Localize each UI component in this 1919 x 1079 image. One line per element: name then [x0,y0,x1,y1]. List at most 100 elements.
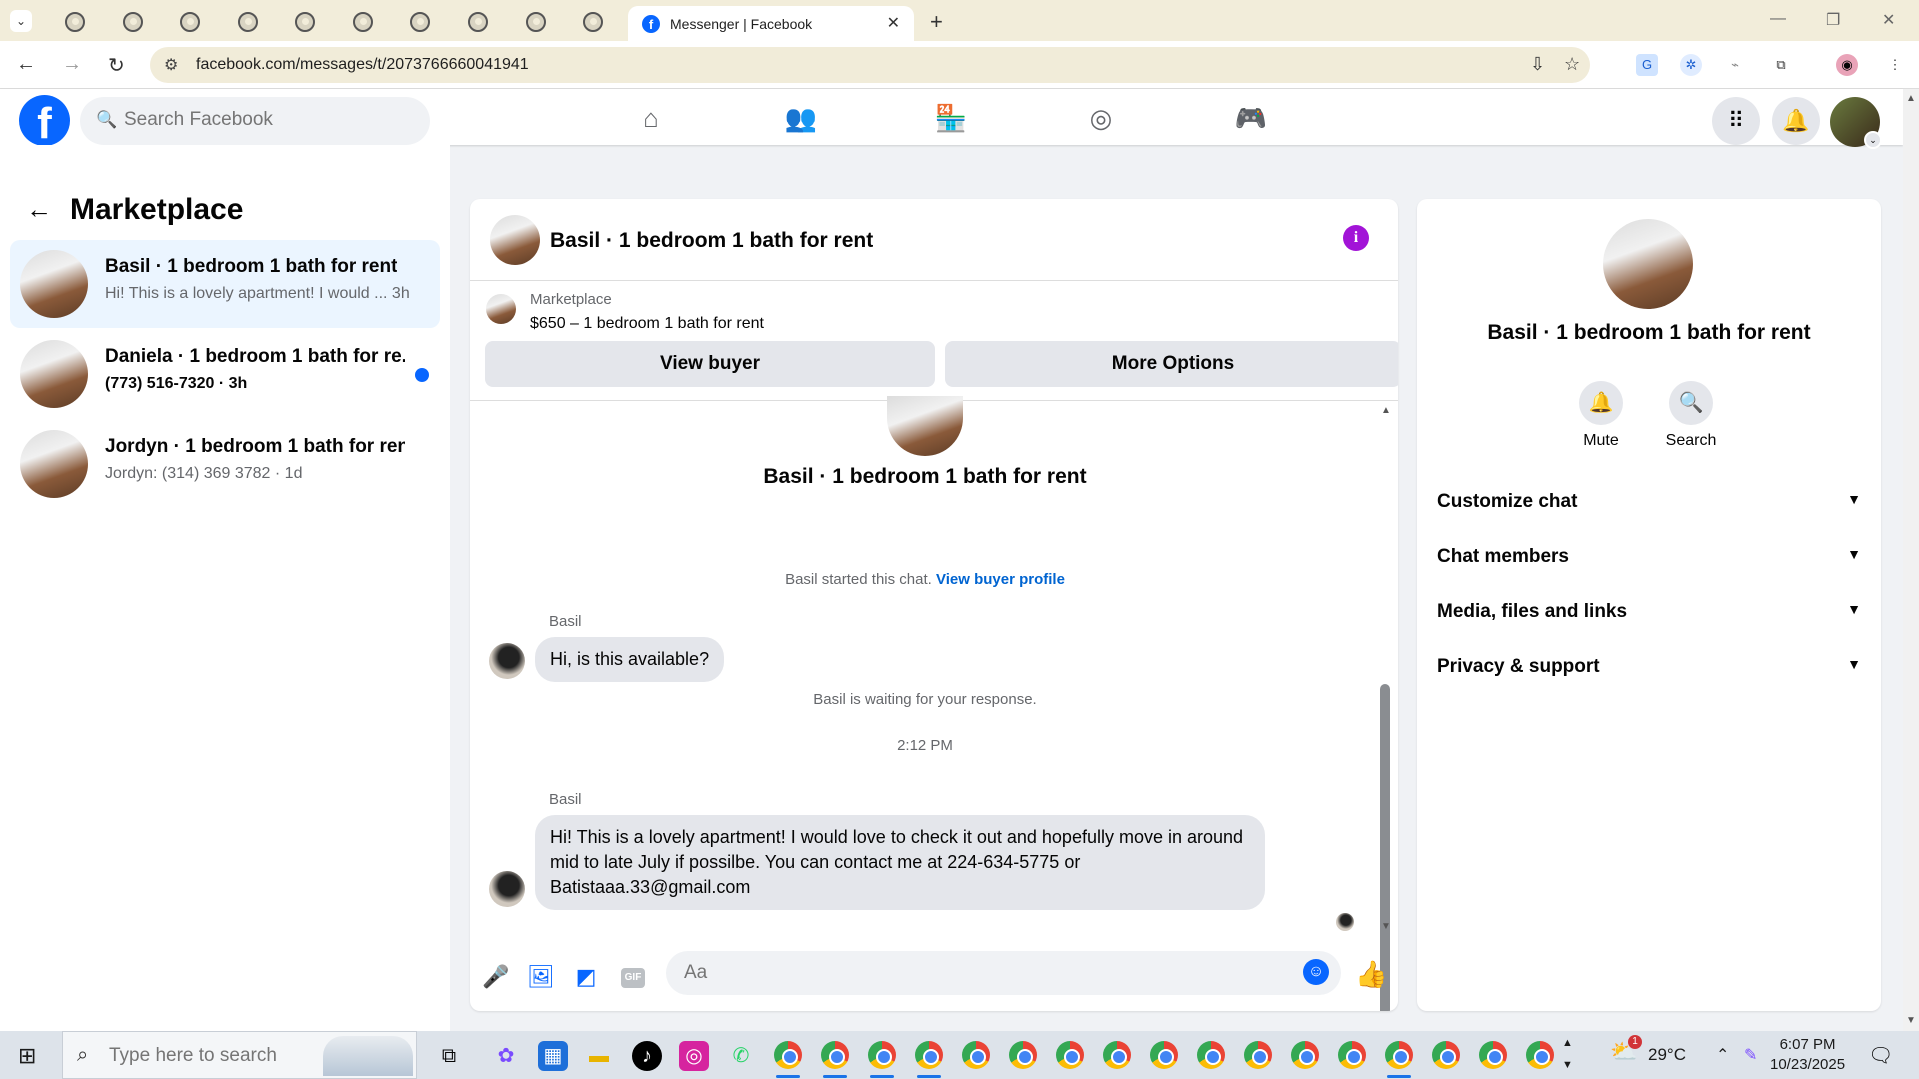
copilot-icon[interactable]: ✿ [491,1041,521,1071]
chrome-icon[interactable] [1197,1041,1225,1069]
account-avatar[interactable]: ⌄ [1830,97,1882,149]
facebook-search[interactable]: 🔍 [80,97,430,145]
conversation-item[interactable]: Daniela · 1 bedroom 1 bath for re... (77… [10,330,440,418]
listing-avatar-large[interactable] [1603,219,1693,309]
privacy-support-section[interactable]: Privacy & support ▼ [1437,644,1861,694]
tab-favicon-icon[interactable] [123,12,143,32]
omnibox[interactable]: ⚙ facebook.com/messages/t/20737666600419… [150,47,1590,83]
view-buyer-profile-link[interactable]: View buyer profile [936,571,1065,588]
mute-bell-icon[interactable]: 🔔 [1579,381,1623,425]
chat-avatar[interactable] [490,215,540,265]
search-icon[interactable]: 🔍 [1669,381,1713,425]
message-bubble[interactable]: Hi! This is a lovely apartment! I would … [535,815,1265,910]
sticker-icon[interactable]: ◩ [572,964,600,990]
tab-favicon-icon[interactable] [353,12,373,32]
notification-center-icon[interactable]: 🗨 [1868,1043,1893,1068]
scroll-down-icon[interactable]: ▼ [1381,921,1391,932]
info-icon[interactable]: i [1343,225,1369,251]
install-app-icon[interactable]: ⇩ [1530,54,1545,75]
conversation-item[interactable]: Basil · 1 bedroom 1 bath for rent Hi! Th… [10,240,440,328]
chrome-icon[interactable] [868,1041,896,1078]
site-info-icon[interactable]: ⚙ [164,55,178,75]
chat-members-section[interactable]: Chat members ▼ [1437,534,1861,584]
chat-title[interactable]: Basil · 1 bedroom 1 bath for rent [550,229,873,253]
tray-chevron-up-icon[interactable]: ⌃ [1716,1045,1729,1065]
task-view-icon[interactable]: ⧉ [434,1041,464,1071]
page-scrollbar[interactable]: ▲ ▼ [1903,89,1919,1031]
chrome-icon[interactable] [821,1041,849,1078]
media-files-links-section[interactable]: Media, files and links ▼ [1437,589,1861,639]
file-explorer-icon[interactable]: ▬ [584,1041,614,1071]
profile-icon[interactable]: ◉ [1836,54,1858,76]
tab-favicon-icon[interactable] [583,12,603,32]
emoji-icon[interactable]: ☺ [1303,959,1329,985]
chrome-icon[interactable] [1479,1041,1507,1069]
extension-icon[interactable]: ✲ [1680,54,1702,76]
photo-icon[interactable]: 🖼 [527,964,555,990]
thumbs-up-icon[interactable]: 👍 [1355,959,1387,990]
tab-favicon-icon[interactable] [180,12,200,32]
forward-icon[interactable]: → [62,53,82,76]
search-input[interactable] [124,109,404,131]
chrome-icon[interactable] [1385,1041,1413,1078]
store-icon[interactable]: ▦ [538,1041,568,1071]
active-tab[interactable]: f Messenger | Facebook ✕ [628,6,914,41]
chrome-icon[interactable] [1103,1041,1131,1069]
sender-avatar[interactable] [489,871,525,907]
taskbar-search-input[interactable] [109,1045,329,1067]
extension-icon[interactable]: G [1636,54,1658,76]
tab-search-dropdown[interactable]: ⌄ [10,10,32,32]
browser-menu-icon[interactable]: ⋮ [1884,54,1906,76]
back-arrow-icon[interactable]: ← [26,194,52,225]
chat-scrollbar[interactable] [1378,409,1390,1011]
taskbar-search[interactable]: ⌕ [62,1031,417,1079]
reload-icon[interactable]: ↻ [108,53,125,78]
scroll-down-icon[interactable]: ▼ [1906,1015,1916,1026]
gaming-icon[interactable]: 🎮 [1234,103,1268,137]
taskbar-scroll-down-icon[interactable]: ▼ [1562,1059,1573,1071]
bookmark-star-icon[interactable]: ☆ [1564,54,1580,75]
tiktok-icon[interactable]: ♪ [632,1041,662,1071]
microphone-icon[interactable]: 🎤 [482,964,510,990]
listing-price[interactable]: $650 – 1 bedroom 1 bath for rent [530,315,764,333]
chrome-icon[interactable] [774,1041,802,1078]
marketplace-icon[interactable]: 🏪 [934,103,968,137]
minimize-icon[interactable]: — [1770,10,1786,28]
windows-start-icon[interactable]: ⊞ [18,1043,36,1069]
scroll-up-icon[interactable]: ▲ [1381,405,1391,416]
scroll-up-icon[interactable]: ▲ [1906,93,1916,104]
message-input[interactable] [684,962,1244,984]
chrome-icon[interactable] [915,1041,943,1078]
pen-icon[interactable]: ✎ [1744,1045,1757,1065]
gif-icon[interactable]: GIF [621,968,645,988]
chrome-icon[interactable] [962,1041,990,1069]
close-tab-icon[interactable]: ✕ [887,13,900,33]
tab-favicon-icon[interactable] [295,12,315,32]
chrome-icon[interactable] [1244,1041,1272,1069]
chrome-icon[interactable] [1338,1041,1366,1069]
taskbar-scroll-up-icon[interactable]: ▲ [1562,1037,1573,1049]
conversation-item[interactable]: Jordyn · 1 bedroom 1 bath for rent Jordy… [10,420,440,508]
close-window-icon[interactable]: ✕ [1882,10,1895,30]
instagram-icon[interactable]: ◎ [679,1041,709,1071]
more-options-button[interactable]: More Options [945,341,1398,387]
new-tab-button[interactable]: + [930,9,943,35]
chrome-icon[interactable] [1526,1041,1554,1069]
customize-chat-section[interactable]: Customize chat ▼ [1437,479,1861,529]
whatsapp-icon[interactable]: ✆ [726,1041,756,1071]
weather-temperature[interactable]: 29°C [1648,1045,1686,1065]
menu-grid-icon[interactable]: ⠿ [1712,97,1760,145]
notifications-bell-icon[interactable]: 🔔 [1772,97,1820,145]
view-buyer-button[interactable]: View buyer [485,341,935,387]
chrome-icon[interactable] [1056,1041,1084,1069]
chrome-icon[interactable] [1009,1041,1037,1069]
tab-favicon-icon[interactable] [238,12,258,32]
message-input-box[interactable] [666,951,1341,995]
clock[interactable]: 6:07 PM 10/23/2025 [1770,1035,1845,1075]
friends-icon[interactable]: 👥 [784,103,818,137]
extension-icon[interactable]: ⌁ [1724,54,1746,76]
sender-avatar[interactable] [489,643,525,679]
tab-favicon-icon[interactable] [65,12,85,32]
back-icon[interactable]: ← [16,53,36,76]
restore-icon[interactable]: ❐ [1826,10,1840,30]
